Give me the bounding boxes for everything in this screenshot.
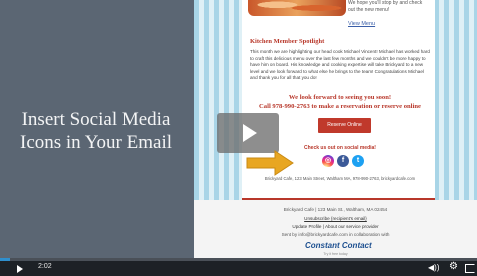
social-icons: ◎ f t: [322, 155, 364, 168]
unsubscribe-link[interactable]: Unsubscribe {recipient's email}: [194, 216, 477, 221]
spotlight-title: Kitchen Member Spotlight: [250, 38, 325, 45]
play-icon: [243, 124, 257, 142]
sent-by-text: Sent by info@brickyardcafe.com in collab…: [281, 232, 390, 237]
footer-address: Brickyard Cafe | 123 Main St., Waltham, …: [283, 207, 388, 212]
update-profile-link[interactable]: Update Profile | About our service provi…: [194, 224, 477, 229]
food-image: [248, 0, 346, 16]
look-forward-line: We look forward to seeing you soon!: [288, 94, 392, 101]
volume-icon[interactable]: ◀)): [428, 263, 439, 272]
email-top-text: We hope you'll stop by and check out the…: [348, 0, 423, 13]
video-player[interactable]: Insert Social Media Icons in Your Email …: [0, 0, 477, 276]
spotlight-body: This month we are highlighting our head …: [250, 49, 430, 80]
twitter-icon[interactable]: t: [352, 155, 364, 167]
time-display: 2:02: [38, 263, 52, 270]
instagram-icon[interactable]: ◎: [322, 155, 334, 167]
left-title-panel: Insert Social Media Icons in Your Email: [0, 0, 194, 258]
progress-bar[interactable]: [0, 258, 477, 261]
facebook-icon[interactable]: f: [337, 155, 349, 167]
arrow-icon: [246, 150, 294, 176]
call-to-action-text: We look forward to seeing you soon! Call…: [250, 93, 430, 111]
fullscreen-icon[interactable]: [465, 264, 475, 273]
reservation-line: Call 978-990-2763 to make a reservation …: [259, 103, 421, 110]
email-footer-line: Brickyard Cafe, 123 Main Street, Waltham…: [264, 176, 416, 181]
lesson-title: Insert Social Media Icons in Your Email: [20, 109, 172, 153]
reserve-online-button[interactable]: Reserve Online: [318, 118, 371, 133]
constant-contact-logo: Constant Contact: [305, 241, 372, 250]
view-menu-link[interactable]: View Menu: [348, 21, 375, 27]
play-control-icon[interactable]: [17, 265, 23, 273]
play-button-overlay[interactable]: [217, 113, 279, 153]
constant-contact-subtitle: Try it free today: [323, 252, 348, 256]
settings-icon[interactable]: ⚙: [449, 261, 458, 272]
progress-fill: [0, 258, 10, 261]
